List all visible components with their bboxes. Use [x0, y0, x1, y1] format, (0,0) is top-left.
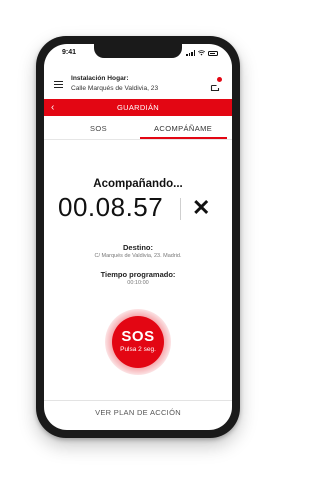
tab-sos[interactable]: SOS [90, 124, 107, 133]
scheduled-time-label: Tiempo programado: [100, 270, 176, 279]
destination-value: C/ Marqués de Valdivia, 23. Madrid. [94, 253, 182, 259]
notification-button[interactable] [210, 77, 222, 92]
battery-icon [208, 50, 218, 56]
destination-label: Destino: [123, 243, 153, 252]
timer-divider [180, 198, 181, 220]
status-time: 9:41 [62, 49, 77, 56]
notification-icon [210, 84, 220, 92]
app-header: Instalación Hogar: Calle Marqués de Vald… [44, 70, 232, 98]
phone-frame: 9:41 Instalación Hogar: Calle Marqués de… [36, 36, 240, 438]
sos-button[interactable]: SOS Pulsa 2 seg. [112, 316, 164, 368]
sos-button-label: SOS [121, 328, 155, 345]
sos-button-hint: Pulsa 2 seg. [120, 346, 156, 353]
signal-icon [186, 50, 195, 56]
section-title: GUARDIÁN [117, 103, 159, 112]
status-icons [186, 50, 218, 56]
phone-notch [94, 44, 182, 58]
wifi-icon [198, 50, 205, 56]
action-plan-button[interactable]: VER PLAN DE ACCIÓN [44, 408, 232, 417]
close-icon[interactable]: ✕ [192, 194, 210, 222]
section-bar: ‹ GUARDIÁN [44, 99, 232, 116]
installation-title: Instalación Hogar: [71, 75, 129, 82]
scheduled-time-value: 00:10:00 [127, 280, 149, 286]
app-screen: 9:41 Instalación Hogar: Calle Marqués de… [44, 44, 232, 430]
notification-badge [217, 77, 222, 82]
installation-address: Calle Marqués de Valdivia, 23 [71, 85, 159, 92]
elapsed-timer: 00.08.57 [58, 192, 164, 222]
tab-bar: SOS ACOMPÁÑAME [44, 121, 232, 139]
menu-icon[interactable] [54, 81, 63, 88]
footer-divider [44, 400, 232, 401]
tracking-status: Acompañando... [93, 178, 183, 190]
tab-divider [44, 139, 232, 140]
tab-acompaname[interactable]: ACOMPÁÑAME [154, 124, 212, 133]
